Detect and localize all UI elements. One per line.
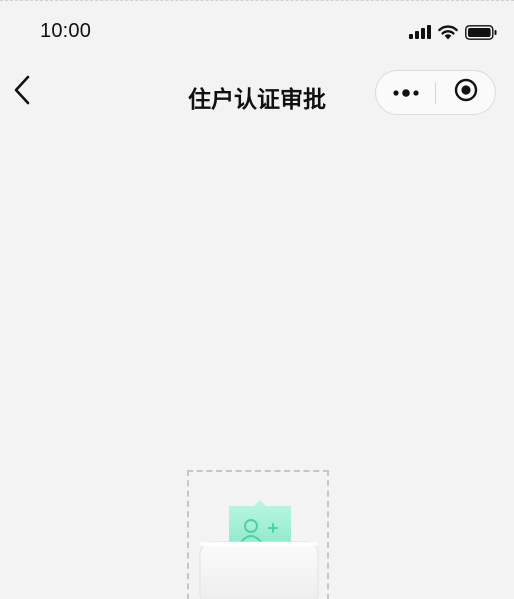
nav-bar: 住户认证审批 [0,62,514,124]
wifi-icon [438,24,458,40]
status-time: 10:00 [40,20,92,42]
close-target-icon [454,78,478,107]
more-dots-icon [392,84,420,102]
screen: 10:00 住户认证审批 [0,0,514,599]
status-icons [409,22,497,42]
more-button[interactable] [376,71,435,114]
add-user-card-icon [199,498,321,599]
cellular-signal-icon [409,25,431,39]
battery-icon [465,24,497,40]
status-bar: 10:00 [0,0,514,62]
mini-program-capsule [375,70,496,115]
empty-state [187,470,329,599]
close-mini-program-button[interactable] [436,71,495,114]
